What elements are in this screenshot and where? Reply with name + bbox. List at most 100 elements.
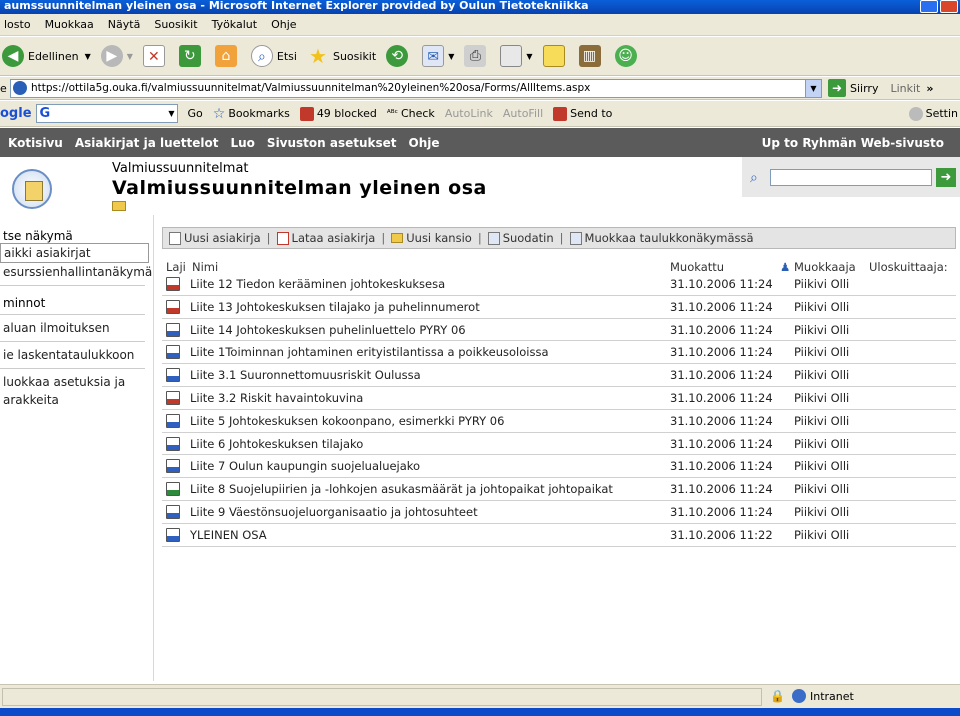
action-modify-settings[interactable]: luokkaa asetuksia ja arakkeita <box>0 373 128 409</box>
document-name-link[interactable]: Liite 1Toiminnan johtaminen erityistilan… <box>190 345 549 359</box>
menu-file[interactable]: losto <box>4 18 31 31</box>
document-name-link[interactable]: Liite 12 Tiedon kerääminen johtokeskukse… <box>190 277 445 291</box>
modified-by-link[interactable]: Piikivi Olli <box>794 414 849 428</box>
nav-documents-lists[interactable]: Asiakirjat ja luettelot <box>75 136 219 150</box>
word-document-icon[interactable] <box>166 368 180 383</box>
autofill-button[interactable]: AutoFill <box>503 107 543 120</box>
modified-by-link[interactable]: Piikivi Olli <box>794 277 849 291</box>
address-input[interactable]: https://ottila5g.ouka.fi/valmiussuunnite… <box>10 78 822 98</box>
word-document-icon[interactable] <box>166 459 180 474</box>
links-button[interactable]: Linkit <box>890 82 920 95</box>
document-name-link[interactable]: Liite 5 Johtokeskuksen kokoonpano, esime… <box>190 414 504 428</box>
column-type[interactable]: Laji <box>166 260 186 274</box>
pdf-document-icon[interactable] <box>166 390 180 405</box>
menu-edit[interactable]: Muokkaa <box>45 18 94 31</box>
table-row[interactable]: Liite 3.2 Riskit havaintokuvina 31.10.200… <box>162 387 956 410</box>
stop-button[interactable]: ✕ <box>142 45 169 67</box>
send-to-button[interactable]: Send to <box>553 106 612 121</box>
refresh-button[interactable]: ↻ <box>178 45 205 67</box>
table-row[interactable]: Liite 7 Oulun kaupungin suojelualuejako 3… <box>162 455 956 479</box>
mail-button[interactable]: ✉ ▼ <box>422 45 454 67</box>
popup-blocker-button[interactable]: 49 blocked <box>299 106 377 121</box>
table-row[interactable]: Liite 1Toiminnan johtaminen erityistilan… <box>162 341 956 365</box>
modified-by-link[interactable]: Piikivi Olli <box>794 505 849 519</box>
google-settings-button[interactable]: Settin <box>908 106 958 121</box>
document-name-link[interactable]: Liite 8 Suojelupiirien ja -lohkojen asuk… <box>190 482 613 496</box>
nav-site-settings[interactable]: Sivuston asetukset <box>267 136 397 150</box>
menu-favorites[interactable]: Suosikit <box>154 18 197 31</box>
modified-by-link[interactable]: Piikivi Olli <box>794 345 849 359</box>
column-modified[interactable]: Muokattu <box>670 260 724 274</box>
messenger-button[interactable]: ☺ <box>614 45 641 67</box>
menu-tools[interactable]: Työkalut <box>212 18 258 31</box>
table-row[interactable]: Liite 14 Johtokeskuksen puhelinluettelo … <box>162 319 956 342</box>
research-button[interactable]: ▥ <box>578 45 605 67</box>
action-alert-me[interactable]: aluan ilmoituksen <box>0 319 153 337</box>
document-name-link[interactable]: Liite 6 Johtokeskuksen tilajako <box>190 437 363 451</box>
table-row[interactable]: Liite 6 Johtokeskuksen tilajako 31.10.200… <box>162 433 956 456</box>
column-checked-out[interactable]: Uloskuittaaja: <box>869 260 948 274</box>
chevron-down-icon[interactable]: ▼ <box>526 52 532 61</box>
modified-by-link[interactable]: Piikivi Olli <box>794 437 849 451</box>
document-name-link[interactable]: Liite 13 Johtokeskuksen tilajako ja puhe… <box>190 300 480 314</box>
chevron-down-icon[interactable]: ▼ <box>127 52 133 61</box>
document-name-link[interactable]: Liite 3.1 Suuronnettomuusriskit Oulussa <box>190 368 421 382</box>
chevron-down-icon[interactable]: ▼ <box>85 52 91 61</box>
minimize-button[interactable] <box>920 0 938 13</box>
document-name-link[interactable]: Liite 14 Johtokeskuksen puhelinluettelo … <box>190 323 466 337</box>
xls-document-icon[interactable] <box>166 482 180 497</box>
filter-button[interactable]: Suodatin <box>487 231 554 245</box>
word-document-icon[interactable] <box>166 413 180 428</box>
table-row[interactable]: Liite 3.1 Suuronnettomuusriskit Oulussa 3… <box>162 364 956 387</box>
document-name-link[interactable]: Liite 9 Väestönsuojeluorganisaatio ja jo… <box>190 505 478 519</box>
edit-button[interactable]: ▼ <box>500 45 533 67</box>
modified-by-link[interactable]: Piikivi Olli <box>794 482 849 496</box>
google-search-input[interactable]: G ▼ <box>35 104 178 123</box>
upload-document-button[interactable]: Lataa asiakirja <box>276 231 375 245</box>
forward-button[interactable]: ▶ ▼ <box>100 45 133 67</box>
modified-by-link[interactable]: Piikivi Olli <box>794 300 849 314</box>
modified-by-link[interactable]: Piikivi Olli <box>794 368 849 382</box>
view-explorer[interactable]: esurssienhallintanäkymä <box>0 263 153 281</box>
back-button[interactable]: ◀ Edellinen ▼ <box>2 45 91 67</box>
nav-home[interactable]: Kotisivu <box>8 136 63 150</box>
chevron-down-icon[interactable]: ▼ <box>448 52 454 61</box>
datasheet-view-button[interactable]: Muokkaa taulukkonäkymässä <box>569 231 754 245</box>
document-name-link[interactable]: YLEINEN OSA <box>190 528 267 542</box>
bookmarks-button[interactable]: ☆ Bookmarks <box>213 106 290 122</box>
autolink-button[interactable]: AutoLink <box>445 107 493 120</box>
table-row[interactable]: Liite 8 Suojelupiirien ja -lohkojen asuk… <box>162 478 956 501</box>
favorites-button[interactable]: ★ Suosikit <box>307 45 376 67</box>
table-row[interactable]: Liite 5 Johtokeskuksen kokoonpano, esime… <box>162 410 956 433</box>
word-document-icon[interactable] <box>166 527 180 542</box>
nav-up-to-parent[interactable]: Up to Ryhmän Web-sivusto <box>762 136 944 150</box>
modified-by-link[interactable]: Piikivi Olli <box>794 323 849 337</box>
address-dropdown-icon[interactable]: ▼ <box>805 79 821 97</box>
new-document-button[interactable]: Uusi asiakirja <box>169 231 261 245</box>
table-row[interactable]: Liite 13 Johtokeskuksen tilajako ja puhe… <box>162 296 956 319</box>
view-all-documents[interactable]: aikki asiakirjat <box>0 243 149 263</box>
go-button[interactable]: ➜ Siirry <box>828 79 878 97</box>
table-row[interactable]: YLEINEN OSA 31.10.2006 11:22 Piikivi Olli <box>162 524 956 547</box>
document-name-link[interactable]: Liite 7 Oulun kaupungin suojelualuejako <box>190 459 420 473</box>
site-search-input[interactable] <box>770 169 932 186</box>
table-row[interactable]: Liite 9 Väestönsuojeluorganisaatio ja jo… <box>162 501 956 524</box>
modified-by-link[interactable]: Piikivi Olli <box>794 528 849 542</box>
word-document-icon[interactable] <box>166 322 180 337</box>
menu-view[interactable]: Näytä <box>108 18 141 31</box>
chevron-down-icon[interactable]: ▼ <box>168 109 174 118</box>
menu-help[interactable]: Ohje <box>271 18 296 31</box>
table-row[interactable]: Liite 12 Tiedon kerääminen johtokeskukse… <box>162 273 956 296</box>
history-button[interactable]: ⟲ <box>386 45 412 67</box>
site-title[interactable]: Valmiussuunnitelmat <box>112 161 249 176</box>
close-button[interactable] <box>940 0 958 13</box>
modified-by-link[interactable]: Piikivi Olli <box>794 459 849 473</box>
word-document-icon[interactable] <box>166 436 180 451</box>
google-go-button[interactable]: Go <box>188 107 203 120</box>
modified-by-link[interactable]: Piikivi Olli <box>794 391 849 405</box>
pdf-document-icon[interactable] <box>166 299 180 314</box>
notes-button[interactable] <box>542 45 569 67</box>
nav-create[interactable]: Luo <box>230 136 254 150</box>
column-name[interactable]: Nimi <box>192 260 218 274</box>
print-button[interactable]: ⎙ <box>464 45 490 67</box>
